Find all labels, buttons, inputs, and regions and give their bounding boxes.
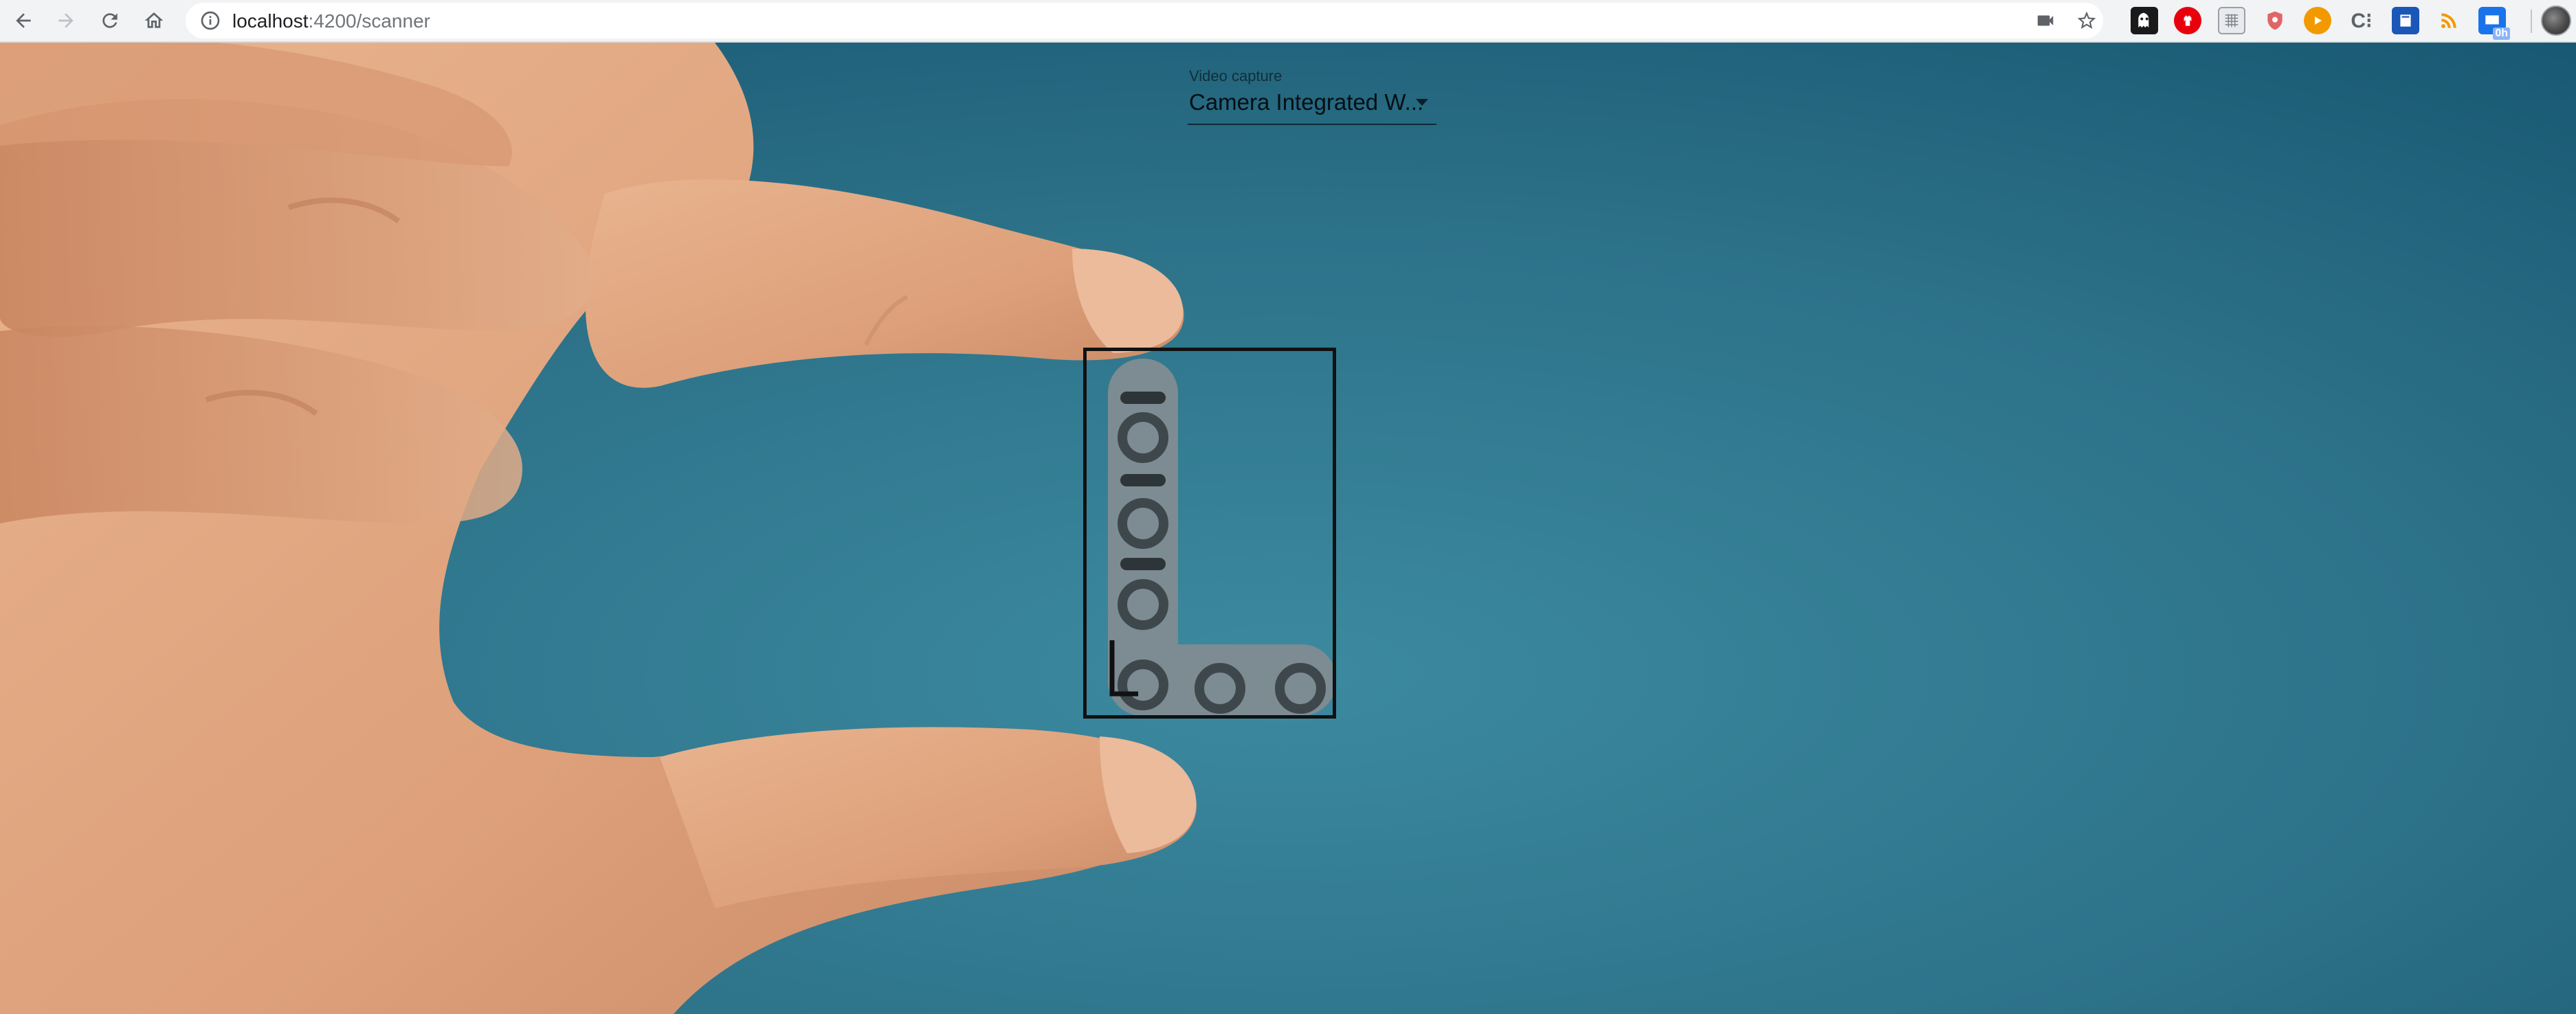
browser-toolbar: localhost:4200/scanner C⁝ 0h — [0, 0, 2576, 43]
address-bar[interactable]: localhost:4200/scanner — [186, 3, 2103, 38]
bookmark-star-icon[interactable] — [2074, 8, 2099, 33]
home-button[interactable] — [137, 4, 170, 37]
grid-extension-icon[interactable] — [2218, 7, 2245, 34]
reload-button[interactable] — [93, 4, 126, 37]
shield-extension-icon[interactable] — [2261, 7, 2289, 34]
forward-button[interactable] — [49, 4, 82, 37]
page-viewport: Video capture Camera Integrated W... — [0, 43, 2576, 1014]
extension-badge: 0h — [2493, 27, 2510, 40]
video-capture-value: Camera Integrated W... — [1189, 89, 1424, 115]
badge-extension-icon[interactable]: 0h — [2478, 7, 2510, 40]
back-button[interactable] — [7, 4, 40, 37]
detection-bounding-box — [1083, 348, 1336, 719]
info-icon[interactable] — [199, 10, 221, 32]
book-extension-icon[interactable] — [2392, 7, 2419, 34]
dropdown-arrow-icon — [1416, 99, 1428, 106]
profile-avatar[interactable] — [2541, 5, 2571, 36]
url-path: :4200/scanner — [308, 10, 430, 32]
text-extension-icon[interactable]: C⁝ — [2348, 7, 2375, 34]
browser-window: localhost:4200/scanner C⁝ 0h Video captu… — [0, 0, 2576, 1014]
adblock-icon[interactable] — [2174, 7, 2201, 34]
url-text[interactable]: localhost:4200/scanner — [232, 10, 430, 32]
reload-icon — [102, 13, 118, 28]
home-icon — [144, 12, 164, 28]
camera-icon[interactable] — [2033, 8, 2058, 33]
video-capture-label: Video capture — [1189, 67, 1283, 84]
back-arrow-icon — [16, 13, 31, 28]
rss-icon[interactable] — [2435, 7, 2463, 34]
url-host: localhost — [232, 10, 309, 32]
video-capture-select[interactable]: Video capture Camera Integrated W... — [1188, 67, 1436, 129]
toolbar-divider — [2531, 10, 2532, 33]
forward-arrow-icon — [58, 13, 74, 28]
select-underline — [1188, 124, 1436, 125]
ghostery-icon[interactable] — [2131, 7, 2158, 34]
play-extension-icon[interactable] — [2304, 7, 2331, 34]
